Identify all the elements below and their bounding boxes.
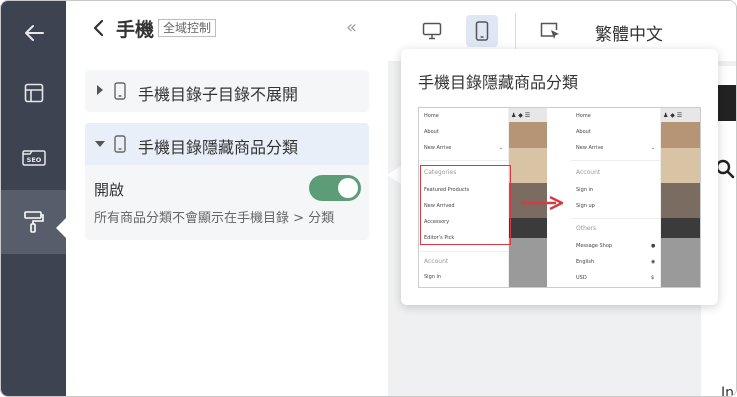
preview-hero-strip xyxy=(716,85,736,121)
mock-menu-item: Home xyxy=(424,113,439,119)
mock-other-item: USD xyxy=(576,275,587,281)
mock-header-icons: ♟ ◆ ☰ xyxy=(663,112,683,119)
mock-separator xyxy=(419,160,509,161)
sidebar-rail: SEO xyxy=(1,1,67,396)
mobile-icon xyxy=(475,21,489,41)
mock-account-item: Sign in xyxy=(576,187,594,193)
setting-item-label: 手機目錄子目錄不展開 xyxy=(138,85,299,104)
layout-icon xyxy=(24,83,43,103)
mock-menu-item: Home xyxy=(576,113,591,119)
language-selector[interactable]: 繁體中文 xyxy=(595,20,663,45)
highlight-box xyxy=(420,165,511,245)
mock-separator xyxy=(419,251,509,252)
enable-toggle[interactable] xyxy=(309,175,361,201)
panel-header: 手機 全域控制 « xyxy=(66,1,388,57)
toolbar-divider xyxy=(515,13,516,49)
preview-bottom-area xyxy=(401,301,701,396)
currency-icon: $ xyxy=(651,275,655,281)
mock-chevron-icon: ⌄ xyxy=(499,145,504,151)
mock-menu-item: About xyxy=(424,129,439,135)
mock-chevron-icon: ⌄ xyxy=(651,145,656,151)
mock-menu-item: New Arrive xyxy=(424,145,452,151)
chat-icon: ● xyxy=(651,243,656,249)
arrow-right-icon xyxy=(521,196,564,210)
chevron-left-icon[interactable] xyxy=(90,18,108,38)
mock-other-item: Message Shop xyxy=(576,243,613,249)
select-element-button[interactable] xyxy=(534,15,566,47)
toggle-knob xyxy=(338,178,358,198)
popover-title: 手機目錄隱藏商品分類 xyxy=(418,73,579,92)
mobile-icon xyxy=(114,82,126,100)
setting-item-header[interactable]: 手機目錄隱藏商品分類 xyxy=(85,123,369,165)
mock-section-head: Account xyxy=(576,169,601,176)
popover-arrow xyxy=(387,166,401,184)
search-icon xyxy=(715,159,735,179)
mock-section-head: Account xyxy=(424,258,449,265)
mock-other-item: English xyxy=(576,259,595,265)
seo-icon-label: SEO xyxy=(26,156,41,164)
mock-section-head: Others xyxy=(576,225,597,232)
seo-button[interactable]: SEO xyxy=(1,125,66,189)
mock-menu-item: About xyxy=(576,129,591,135)
setting-item-subcategory[interactable]: 手機目錄子目錄不展開 xyxy=(85,70,369,112)
caret-right-icon xyxy=(97,85,103,95)
setting-item-header[interactable]: 手機目錄子目錄不展開 xyxy=(85,70,369,112)
desktop-icon xyxy=(422,22,442,40)
setting-item-hide-categories: 手機目錄隱藏商品分類 開啟 所有商品分類不會顯示在手機目錄 > 分類 xyxy=(85,123,369,240)
mock-account-item: Sign in xyxy=(424,274,442,280)
global-control-badge: 全域控制 xyxy=(158,19,217,37)
seo-icon: SEO xyxy=(21,150,46,166)
preview-truncated-text: In xyxy=(721,385,735,397)
cursor-select-icon xyxy=(540,22,559,39)
back-button[interactable] xyxy=(1,1,66,65)
mobile-icon xyxy=(114,135,126,153)
globe-icon: ◉ xyxy=(651,259,656,265)
mock-photo xyxy=(661,108,700,287)
mock-after: Home About New Arrive ⌄ Account Sign in … xyxy=(571,108,700,287)
mock-header-icons: ♟ ◆ ☰ xyxy=(511,112,531,119)
paint-roller-icon xyxy=(23,211,44,233)
collapse-panel-icon[interactable]: « xyxy=(346,18,357,38)
layout-button[interactable] xyxy=(1,61,66,125)
arrow-left-icon xyxy=(24,25,44,41)
mock-account-item: Sign up xyxy=(576,203,595,209)
mock-menu-item: New Arrive xyxy=(576,145,604,151)
caret-down-icon xyxy=(95,141,105,147)
mobile-view-button[interactable] xyxy=(466,15,498,47)
toggle-label: 開啟 xyxy=(94,181,125,199)
settings-panel: 手機 全域控制 « 手機目錄子目錄不展開 手機目錄隱藏商品分類 開啟 所有商品分… xyxy=(66,1,388,396)
desktop-view-button[interactable] xyxy=(416,15,448,47)
setting-description: 所有商品分類不會顯示在手機目錄 > 分類 xyxy=(94,211,335,226)
setting-item-label: 手機目錄隱藏商品分類 xyxy=(138,138,299,157)
help-popover: 手機目錄隱藏商品分類 Home About New Arrive ⌄ Categ… xyxy=(401,49,718,305)
illustration: Home About New Arrive ⌄ Categories Featu… xyxy=(418,107,701,288)
page-title: 手機 xyxy=(116,19,155,41)
app-window: SEO 手機 全域控制 « 手機目錄子目錄不展開 手機目錄隱藏商品分類 開啟 所… xyxy=(0,0,737,397)
mock-separator xyxy=(571,218,661,219)
mock-separator xyxy=(571,160,661,161)
mock-menu: Home About New Arrive ⌄ Account Sign in … xyxy=(571,108,661,287)
